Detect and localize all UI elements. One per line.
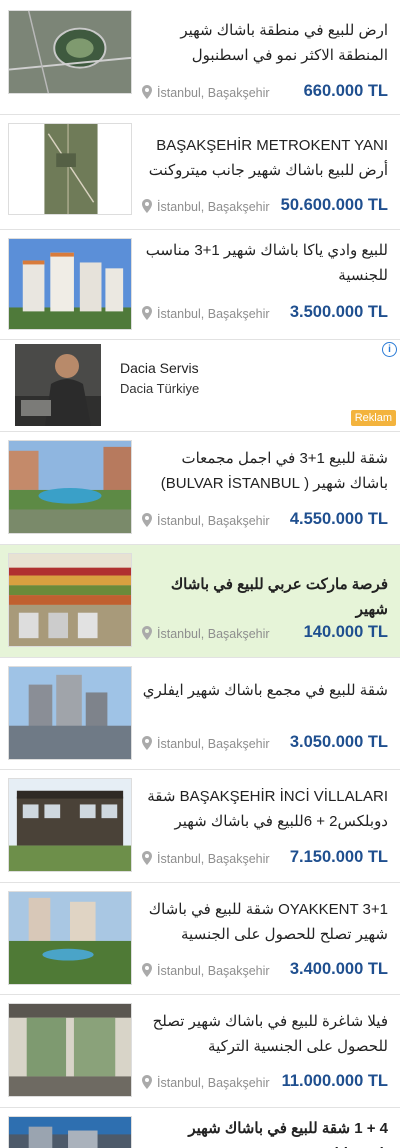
listing-title[interactable]: فرصة ماركت عربي للبيع في باشاك شهير — [140, 572, 388, 622]
location-text: İstanbul, Başakşehir — [157, 200, 270, 214]
ad-badge: Reklam — [350, 410, 396, 426]
listing-row[interactable]: BAŞAKŞEHİR METROKENT YANI أرض للبيع باشا… — [0, 115, 400, 230]
listing-title[interactable]: فيلا شاغرة للبيع في باشاك شهير تصلح للحص… — [140, 1009, 388, 1059]
listing-title[interactable]: للبيع وادي ياكا باشاك شهير 1+3 مناسب للج… — [140, 238, 388, 288]
location-pin-icon — [142, 963, 152, 980]
listing-row[interactable]: شقة للبيع في مجمع باشاك شهير ايفلري İsta… — [0, 658, 400, 770]
listing-location: İstanbul, Başakşehir — [142, 306, 270, 323]
listing-price: 3.050.000 TL — [289, 733, 388, 751]
listing-list: ارض للبيع في منطقة باشاك شهير المنطقة ال… — [0, 0, 400, 1148]
listing-thumbnail[interactable] — [8, 553, 132, 647]
listing-title[interactable]: BAŞAKŞEHİR İNCİ VİLLALARI شقة دوبلكس2 + … — [140, 784, 388, 834]
listing-row[interactable]: فيلا شاغرة للبيع في باشاك شهير تصلح للحص… — [0, 995, 400, 1108]
listing-thumbnail[interactable] — [8, 238, 132, 330]
ad-banner[interactable]: Dacia Servis Dacia Türkiye i Reklam — [0, 340, 400, 432]
listing-title[interactable]: BAŞAKŞEHİR METROKENT YANI أرض للبيع باشا… — [140, 133, 388, 183]
location-pin-icon — [142, 85, 152, 102]
listing-price: 11.000.000 TL — [281, 1072, 388, 1090]
listing-location: İstanbul, Başakşehir — [142, 626, 270, 643]
listing-title[interactable]: شقة للبيع في مجمع باشاك شهير ايفلري — [140, 678, 388, 703]
location-text: İstanbul, Başakşehir — [157, 514, 270, 528]
listing-price: 7.150.000 TL — [289, 848, 388, 866]
listing-row-highlighted[interactable]: فرصة ماركت عربي للبيع في باشاك شهير İsta… — [0, 545, 400, 658]
listing-title[interactable]: OYAKKENT 3+1 شقة للبيع في باشاك شهير تصل… — [140, 897, 388, 947]
location-pin-icon — [142, 513, 152, 530]
location-text: İstanbul, Başakşehir — [157, 86, 270, 100]
listing-thumbnail[interactable] — [8, 1116, 132, 1148]
listing-thumbnail[interactable] — [8, 123, 132, 215]
listing-title[interactable]: ارض للبيع في منطقة باشاك شهير المنطقة ال… — [140, 18, 388, 68]
location-pin-icon — [142, 626, 152, 643]
listing-thumbnail[interactable] — [8, 1003, 132, 1097]
ad-subtitle: Dacia Türkiye — [120, 381, 200, 396]
listing-thumbnail[interactable] — [8, 778, 132, 872]
listing-row[interactable]: 4 + 1 شقة للبيع في باشاك شهير nidapark — [0, 1108, 400, 1148]
listing-row[interactable]: BAŞAKŞEHİR İNCİ VİLLALARI شقة دوبلكس2 + … — [0, 770, 400, 883]
location-pin-icon — [142, 199, 152, 216]
location-pin-icon — [142, 306, 152, 323]
ad-image[interactable] — [15, 344, 101, 426]
listing-location: İstanbul, Başakşehir — [142, 85, 270, 102]
location-text: İstanbul, Başakşehir — [157, 627, 270, 641]
listing-location: İstanbul, Başakşehir — [142, 851, 270, 868]
ad-title[interactable]: Dacia Servis — [120, 360, 199, 376]
location-text: İstanbul, Başakşehir — [157, 852, 270, 866]
listing-price: 50.600.000 TL — [280, 196, 388, 214]
listing-row[interactable]: ارض للبيع في منطقة باشاك شهير المنطقة ال… — [0, 0, 400, 115]
listing-price: 140.000 TL — [303, 623, 388, 641]
listing-title[interactable]: شقة للبيع 1+3 في اجمل مجمعات باشاك شهير … — [140, 446, 388, 496]
listing-price: 3.500.000 TL — [289, 303, 388, 321]
listing-price: 660.000 TL — [303, 82, 388, 100]
location-pin-icon — [142, 851, 152, 868]
listing-thumbnail[interactable] — [8, 891, 132, 985]
listing-location: İstanbul, Başakşehir — [142, 736, 270, 753]
listing-location: İstanbul, Başakşehir — [142, 1075, 270, 1092]
listing-title[interactable]: 4 + 1 شقة للبيع في باشاك شهير nidapark — [140, 1116, 388, 1148]
listing-location: İstanbul, Başakşehir — [142, 963, 270, 980]
location-text: İstanbul, Başakşehir — [157, 307, 270, 321]
listing-thumbnail[interactable] — [8, 440, 132, 534]
location-pin-icon — [142, 736, 152, 753]
listing-thumbnail[interactable] — [8, 666, 132, 760]
listing-row[interactable]: للبيع وادي ياكا باشاك شهير 1+3 مناسب للج… — [0, 230, 400, 340]
listing-price: 3.400.000 TL — [289, 960, 388, 978]
location-text: İstanbul, Başakşehir — [157, 1076, 270, 1090]
listing-thumbnail[interactable] — [8, 10, 132, 94]
listing-location: İstanbul, Başakşehir — [142, 513, 270, 530]
listing-row[interactable]: OYAKKENT 3+1 شقة للبيع في باشاك شهير تصل… — [0, 883, 400, 995]
listing-row[interactable]: شقة للبيع 1+3 في اجمل مجمعات باشاك شهير … — [0, 432, 400, 545]
location-text: İstanbul, Başakşehir — [157, 964, 270, 978]
info-icon[interactable]: i — [382, 342, 397, 357]
listing-location: İstanbul, Başakşehir — [142, 199, 270, 216]
location-pin-icon — [142, 1075, 152, 1092]
listing-price: 4.550.000 TL — [289, 510, 388, 528]
location-text: İstanbul, Başakşehir — [157, 737, 270, 751]
